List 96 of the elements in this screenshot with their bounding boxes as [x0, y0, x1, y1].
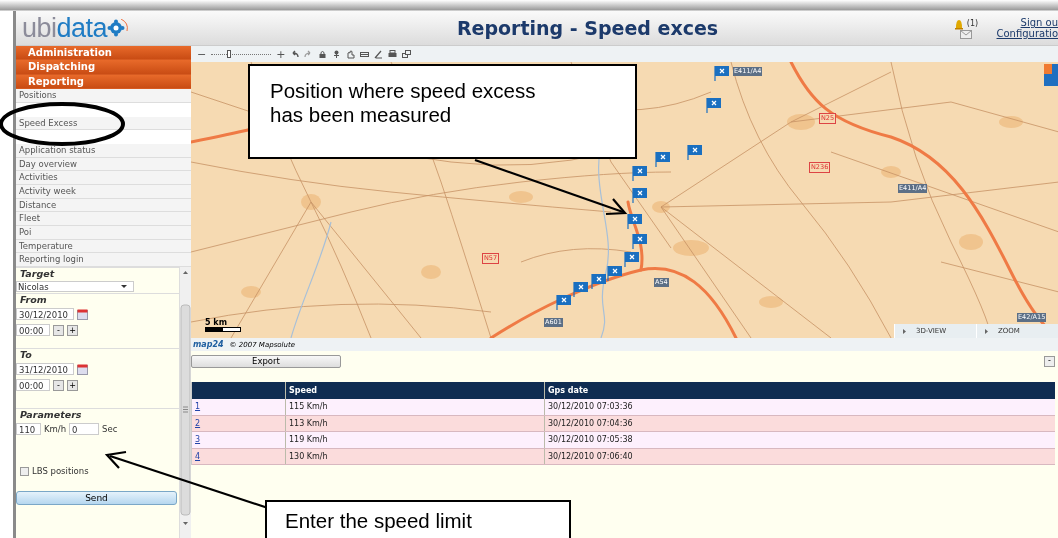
town-area	[999, 116, 1023, 128]
map-brand: map24	[193, 340, 224, 349]
flag-icon[interactable]	[556, 294, 571, 311]
town-area	[301, 194, 321, 210]
decrement-button[interactable]: -	[53, 324, 64, 336]
menu-item[interactable]: Reporting login	[16, 253, 191, 268]
checkbox-label: LBS positions	[32, 466, 89, 477]
flag-icon[interactable]	[655, 151, 670, 168]
zoom-slider[interactable]	[211, 50, 272, 58]
header-link[interactable]: Sign ou	[1020, 17, 1058, 28]
pin-icon[interactable]	[332, 49, 342, 59]
town-area	[509, 191, 533, 203]
row-link[interactable]: 2	[195, 418, 201, 428]
header-link[interactable]: Configuratio	[996, 28, 1058, 39]
row-link[interactable]: 4	[195, 452, 201, 462]
flag-icon[interactable]	[573, 281, 588, 298]
town-area	[652, 201, 670, 213]
scale-label: 5 km	[205, 318, 228, 327]
logo-text: ubi	[22, 13, 57, 43]
unit-label: Sec	[102, 424, 118, 435]
ruler-icon[interactable]	[374, 49, 384, 59]
field-label: From	[16, 293, 179, 307]
duration-field[interactable]: 0	[69, 423, 100, 436]
checkbox[interactable]	[20, 466, 29, 476]
menu-item[interactable]: Activities	[16, 171, 191, 185]
row-link[interactable]: 3	[195, 435, 201, 445]
zoom-out-button[interactable]: −	[197, 47, 207, 61]
rectangle-icon[interactable]	[360, 49, 370, 59]
callout-text: Position where speed excess has been measured	[248, 64, 637, 159]
time-field[interactable]: 00:00	[16, 324, 50, 337]
flag-icon[interactable]	[627, 213, 642, 230]
unit-label: Km/h	[44, 424, 67, 435]
callout-text: Enter the speed limit	[265, 500, 571, 538]
menu-item[interactable]: Fleet	[16, 212, 191, 227]
caret-icon	[121, 285, 127, 289]
export-button[interactable]: Export	[191, 354, 341, 368]
gear-icon	[107, 19, 130, 37]
flag-icon[interactable]	[632, 187, 647, 204]
calendar-icon[interactable]	[77, 363, 88, 375]
table-cell: 30/12/2010 07:03:36	[544, 399, 1055, 415]
table-cell: 113 Km/h	[285, 415, 544, 432]
calendar-icon[interactable]	[77, 308, 88, 320]
undo-icon[interactable]	[290, 49, 300, 59]
bell-icon[interactable]	[953, 17, 964, 30]
flag-icon[interactable]	[632, 165, 647, 182]
flag-icon[interactable]	[706, 97, 721, 114]
town-area	[959, 234, 983, 250]
decrement-button[interactable]: -	[53, 379, 64, 391]
alert-count: (1)	[966, 19, 979, 28]
flag-icon[interactable]	[607, 265, 622, 282]
date-field[interactable]: 31/12/2010	[16, 363, 74, 376]
table-cell: 119 Km/h	[285, 432, 544, 448]
logo-text: data	[56, 13, 108, 43]
date-field[interactable]: 30/12/2010	[16, 308, 74, 321]
menu-item[interactable]: Poi	[16, 226, 191, 240]
printer-icon[interactable]	[388, 49, 398, 59]
town-area	[241, 286, 261, 298]
flag-icon[interactable]	[687, 144, 702, 161]
row-link[interactable]: 1	[195, 402, 201, 412]
increment-button[interactable]: +	[67, 379, 78, 391]
flag-icon[interactable]	[714, 65, 729, 82]
field-label: Target	[16, 267, 179, 281]
target-dropdown[interactable]: Nicolas	[16, 281, 134, 293]
flag-icon[interactable]	[591, 273, 606, 290]
time-field[interactable]: 00:00	[16, 379, 50, 392]
lock-icon[interactable]	[318, 49, 328, 59]
table-cell: 115 Km/h	[285, 399, 544, 415]
menu-section[interactable]: Dispatching	[16, 60, 191, 75]
town-area	[881, 166, 901, 178]
triangle-icon	[985, 328, 988, 334]
field-label: Parameters	[16, 408, 179, 422]
windows-icon[interactable]	[402, 49, 412, 59]
town-area	[673, 240, 709, 256]
table-cell: 30/12/2010 07:04:36	[544, 415, 1055, 432]
collapse-button[interactable]: -	[1044, 355, 1055, 367]
town-area	[421, 265, 441, 279]
page-title: Reporting - Speed exces	[455, 17, 720, 39]
speed-field[interactable]: 110	[16, 423, 41, 436]
table-cell: 30/12/2010 07:06:40	[544, 448, 1055, 465]
triangle-icon	[903, 328, 906, 334]
menu-section[interactable]: Administration	[16, 46, 191, 61]
send-button[interactable]: Send	[16, 491, 177, 506]
flag-icon[interactable]	[632, 233, 647, 250]
table-cell: 130 Km/h	[285, 448, 544, 465]
scale-bar	[205, 327, 241, 332]
menu-item[interactable]: Speed Excess	[16, 116, 191, 131]
menu-item[interactable]: Positions	[16, 89, 191, 103]
town-area	[787, 114, 815, 130]
map-logo-icon	[1044, 64, 1058, 86]
field-label: To	[16, 348, 179, 362]
increment-button[interactable]: +	[67, 324, 78, 336]
town-area	[759, 296, 783, 308]
menu-item[interactable]: Application status	[16, 143, 191, 158]
table-cell: 30/12/2010 07:05:38	[544, 432, 1055, 448]
flag-icon[interactable]	[624, 251, 639, 268]
zoom-in-button[interactable]: +	[276, 47, 286, 61]
